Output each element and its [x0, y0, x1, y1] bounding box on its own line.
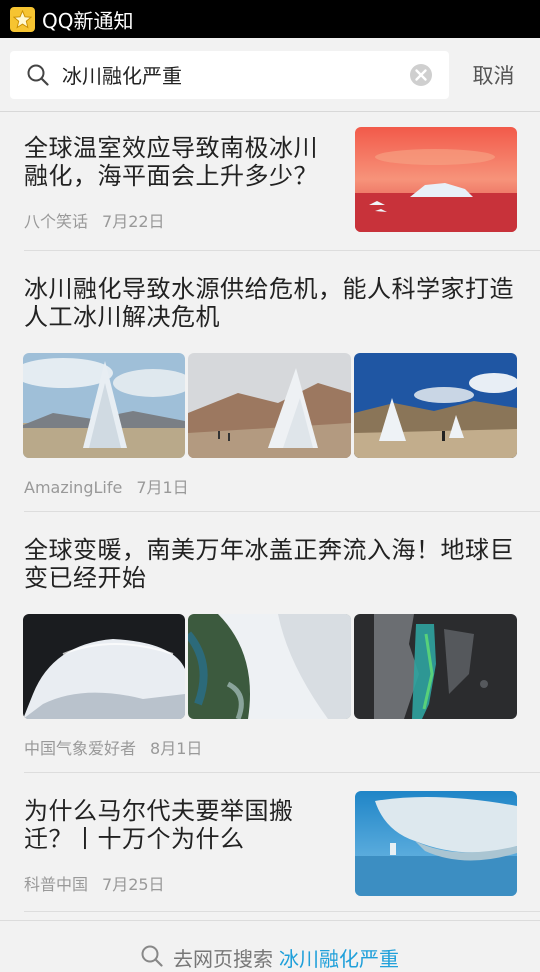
thumbnail-image-2 — [188, 614, 351, 719]
result-title: 全球温室效应导致南极冰川融化，海平面会上升多少？ — [24, 134, 318, 190]
search-icon — [26, 63, 50, 87]
search-input[interactable]: 冰川融化严重 — [10, 50, 449, 99]
divider — [24, 911, 540, 912]
result-date: 8月1日 — [150, 739, 203, 758]
result-source: 中国气象爱好者 — [24, 739, 137, 758]
result-meta: AmazingLife 7月1日 — [24, 474, 189, 498]
thumbnail-image-1 — [23, 353, 185, 458]
search-query: 冰川融化严重 — [62, 64, 182, 88]
thumbnail-image — [355, 791, 517, 896]
result-meta: 科普中国 7月25日 — [24, 871, 165, 895]
web-search-prefix: 去网页搜索 — [173, 947, 273, 971]
cancel-button[interactable]: 取消 — [449, 60, 530, 90]
result-item[interactable]: 全球温室效应导致南极冰川融化，海平面会上升多少？ 八个笑话 7月22日 — [0, 112, 540, 251]
result-date: 7月1日 — [136, 478, 189, 497]
thumbnail-image-3 — [354, 353, 517, 458]
result-item[interactable]: 全球变暖，南美万年冰盖正奔流入海！地球巨变已经开始 中国气象爱好者 8月1日 — [0, 512, 540, 773]
result-title: 全球变暖，南美万年冰盖正奔流入海！地球巨变已经开始 — [24, 536, 514, 592]
result-title: 为什么马尔代夫要举国搬迁？丨十万个为什么 — [24, 797, 294, 853]
thumbnail-image-2 — [188, 353, 351, 458]
result-date: 7月25日 — [102, 875, 165, 894]
status-bar: QQ新通知 — [0, 0, 540, 38]
thumbnail-image-1 — [23, 614, 185, 719]
clear-icon[interactable] — [409, 63, 433, 87]
result-source: AmazingLife — [24, 478, 123, 497]
thumbnail-image-3 — [354, 614, 517, 719]
thumbnail-image — [355, 127, 517, 232]
result-item[interactable]: 为什么马尔代夫要举国搬迁？丨十万个为什么 科普中国 7月25日 — [0, 773, 540, 913]
results-list: 全球温室效应导致南极冰川融化，海平面会上升多少？ 八个笑话 7月22日 冰川融化… — [0, 112, 540, 920]
result-title: 冰川融化导致水源供给危机，能人科学家打造人工冰川解决危机 — [24, 275, 514, 331]
web-search-link[interactable]: 去网页搜索 冰川融化严重 — [0, 920, 540, 971]
result-meta: 中国气象爱好者 8月1日 — [24, 735, 202, 759]
result-source: 科普中国 — [24, 875, 89, 894]
search-icon — [141, 945, 163, 972]
web-search-keyword: 冰川融化严重 — [279, 947, 399, 971]
qq-star-icon — [10, 6, 35, 32]
result-source: 八个笑话 — [24, 212, 89, 231]
notification-title: QQ新通知 — [42, 8, 134, 33]
result-date: 7月22日 — [102, 212, 165, 231]
result-item[interactable]: 冰川融化导致水源供给危机，能人科学家打造人工冰川解决危机 AmazingLife… — [0, 251, 540, 512]
search-bar: 冰川融化严重 取消 — [0, 38, 540, 112]
result-meta: 八个笑话 7月22日 — [24, 208, 165, 232]
